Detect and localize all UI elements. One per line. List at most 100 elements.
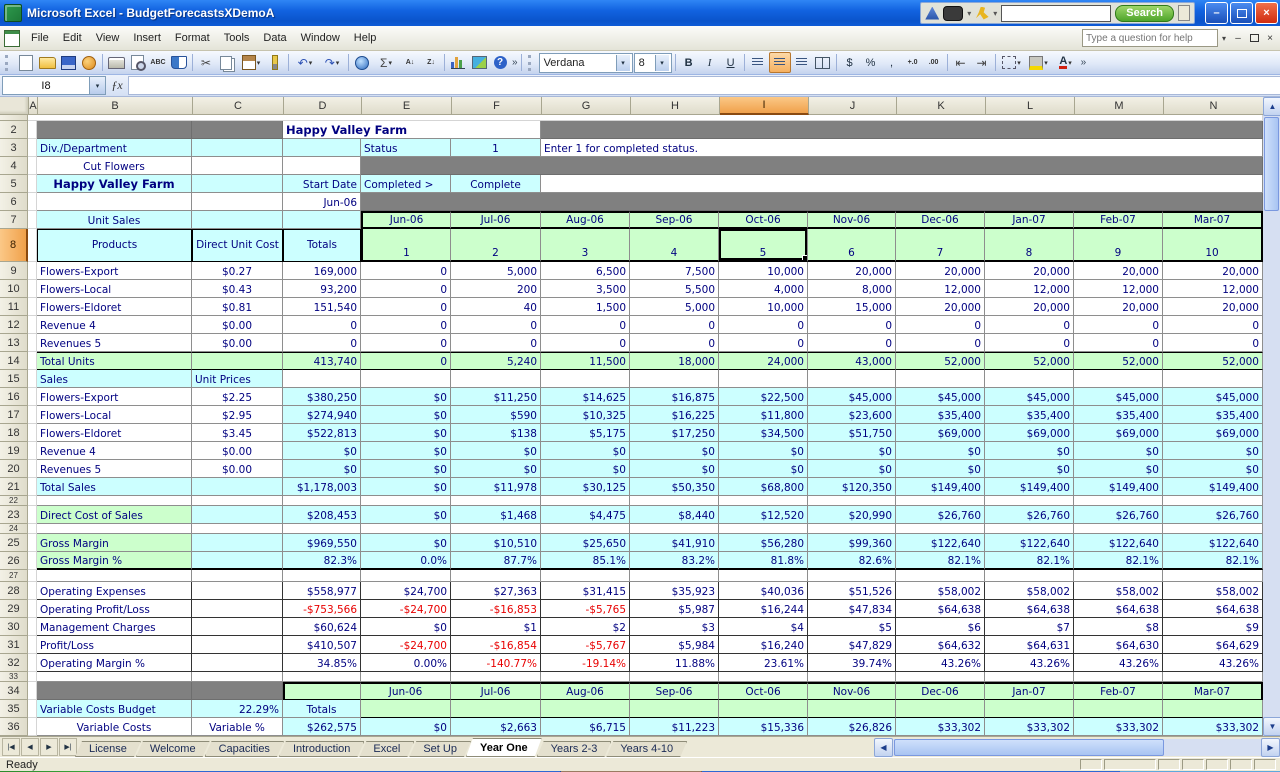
help-dropdown-icon[interactable]: ▾ [1218, 34, 1230, 43]
cell-M10[interactable]: 12,000 [1074, 280, 1163, 298]
cell-E12[interactable]: 0 [361, 316, 451, 334]
redo-button[interactable]: ↷ ▾ [319, 53, 345, 72]
cell-F23[interactable]: $1,468 [451, 506, 541, 524]
cell-G21[interactable]: $30,125 [541, 478, 630, 496]
row-header-14[interactable]: 14 [0, 352, 28, 370]
underline-button[interactable]: U [721, 53, 741, 72]
cell-I31[interactable]: $16,240 [719, 636, 808, 654]
first-sheet-button[interactable]: |◀ [2, 738, 20, 756]
cell-F31[interactable]: -$16,854 [451, 636, 541, 654]
cell-L25[interactable]: $122,640 [985, 534, 1074, 552]
cell-K25[interactable]: $122,640 [896, 534, 985, 552]
cell-L33[interactable] [985, 672, 1074, 682]
cell-K27[interactable] [896, 570, 985, 582]
cell-M13[interactable]: 0 [1074, 334, 1163, 352]
cell-B5[interactable]: Happy Valley Farm [37, 175, 192, 193]
cell-G27[interactable] [541, 570, 630, 582]
cell-D24[interactable] [283, 524, 361, 534]
cell-D2[interactable]: Happy Valley Farm [283, 121, 541, 139]
align-left-button[interactable] [748, 53, 768, 72]
row-header-16[interactable]: 16 [0, 388, 28, 406]
cell-J21[interactable]: $120,350 [808, 478, 896, 496]
cell-I28[interactable]: $40,036 [719, 582, 808, 600]
cell-A25[interactable] [28, 534, 37, 552]
cell-J15[interactable] [808, 370, 896, 388]
cell-N32[interactable]: 43.26% [1163, 654, 1263, 672]
cell-E34[interactable]: Jun-06 [361, 682, 451, 700]
cell-K28[interactable]: $58,002 [896, 582, 985, 600]
cell-C30[interactable] [192, 618, 283, 636]
cell-B33[interactable] [37, 672, 192, 682]
cell-D29[interactable]: -$753,566 [283, 600, 361, 618]
cell-A5[interactable] [28, 175, 37, 193]
row-header-32[interactable]: 32 [0, 654, 28, 672]
row-header-25[interactable]: 25 [0, 534, 28, 552]
cell-A24[interactable] [28, 524, 37, 534]
cell-N35[interactable] [1163, 700, 1263, 718]
previous-sheet-button[interactable]: ◀ [21, 738, 39, 756]
cell-G15[interactable] [541, 370, 630, 388]
align-center-button[interactable] [768, 52, 791, 73]
cell-F35[interactable] [451, 700, 541, 718]
cell-G7[interactable]: Aug-06 [541, 211, 630, 229]
column-header-I[interactable]: I [720, 97, 809, 115]
cell-H29[interactable]: $5,987 [630, 600, 719, 618]
cell-L16[interactable]: $45,000 [985, 388, 1074, 406]
cell-A27[interactable] [28, 570, 37, 582]
cell-H14[interactable]: 18,000 [630, 352, 719, 370]
cell-C5[interactable] [192, 175, 283, 193]
cell-D30[interactable]: $60,624 [283, 618, 361, 636]
cell-G25[interactable]: $25,650 [541, 534, 630, 552]
cell-F16[interactable]: $11,250 [451, 388, 541, 406]
save-button[interactable] [58, 53, 78, 72]
cell-L8[interactable]: 8 [985, 229, 1074, 262]
cell-F22[interactable] [451, 496, 541, 506]
addon-dropdown-icon[interactable]: ▾ [967, 9, 971, 18]
cell-I10[interactable]: 4,000 [719, 280, 808, 298]
cell-H9[interactable]: 7,500 [630, 262, 719, 280]
cell-L29[interactable]: $64,638 [985, 600, 1074, 618]
cell-L31[interactable]: $64,631 [985, 636, 1074, 654]
cell-L35[interactable] [985, 700, 1074, 718]
row-header-7[interactable]: 7 [0, 211, 28, 229]
cell-C19[interactable]: $0.00 [192, 442, 283, 460]
row-header-18[interactable]: 18 [0, 424, 28, 442]
cell-M17[interactable]: $35,400 [1074, 406, 1163, 424]
cell-N33[interactable] [1163, 672, 1263, 682]
toolbar-grip[interactable] [5, 54, 12, 71]
cell-C14[interactable] [192, 352, 283, 370]
cell-B23[interactable]: Direct Cost of Sales [37, 506, 192, 524]
cell-A19[interactable] [28, 442, 37, 460]
cell-G10[interactable]: 3,500 [541, 280, 630, 298]
cell-J19[interactable]: $0 [808, 442, 896, 460]
cell-H19[interactable]: $0 [630, 442, 719, 460]
cell-F21[interactable]: $11,978 [451, 478, 541, 496]
cell-A30[interactable] [28, 618, 37, 636]
scroll-left-button[interactable]: ◀ [874, 738, 893, 757]
cell-K22[interactable] [896, 496, 985, 506]
cell-E23[interactable]: $0 [361, 506, 451, 524]
column-header-N[interactable]: N [1164, 97, 1264, 115]
cell-L7[interactable]: Jan-07 [985, 211, 1074, 229]
cell-B18[interactable]: Flowers-Eldoret [37, 424, 192, 442]
cell-K16[interactable]: $45,000 [896, 388, 985, 406]
cell-B22[interactable] [37, 496, 192, 506]
cell-B20[interactable]: Revenues 5 [37, 460, 192, 478]
cell-N10[interactable]: 12,000 [1163, 280, 1263, 298]
cell-B13[interactable]: Revenues 5 [37, 334, 192, 352]
cell-C24[interactable] [192, 524, 283, 534]
cell-D35[interactable]: Totals [283, 700, 361, 718]
cell-M32[interactable]: 43.26% [1074, 654, 1163, 672]
cell-C9[interactable]: $0.27 [192, 262, 283, 280]
cell-C35[interactable]: 22.29% [192, 700, 283, 718]
permission-button[interactable] [79, 53, 99, 72]
cell-C23[interactable] [192, 506, 283, 524]
cell-N18[interactable]: $69,000 [1163, 424, 1263, 442]
cell-A16[interactable] [28, 388, 37, 406]
sort-descending-button[interactable]: Z↓ [421, 53, 441, 72]
cell-G29[interactable]: -$5,765 [541, 600, 630, 618]
cell-B11[interactable]: Flowers-Eldoret [37, 298, 192, 316]
cell-A4[interactable] [28, 157, 37, 175]
menu-item-window[interactable]: Window [294, 29, 347, 47]
toolbar-options-button[interactable]: » [512, 58, 518, 68]
